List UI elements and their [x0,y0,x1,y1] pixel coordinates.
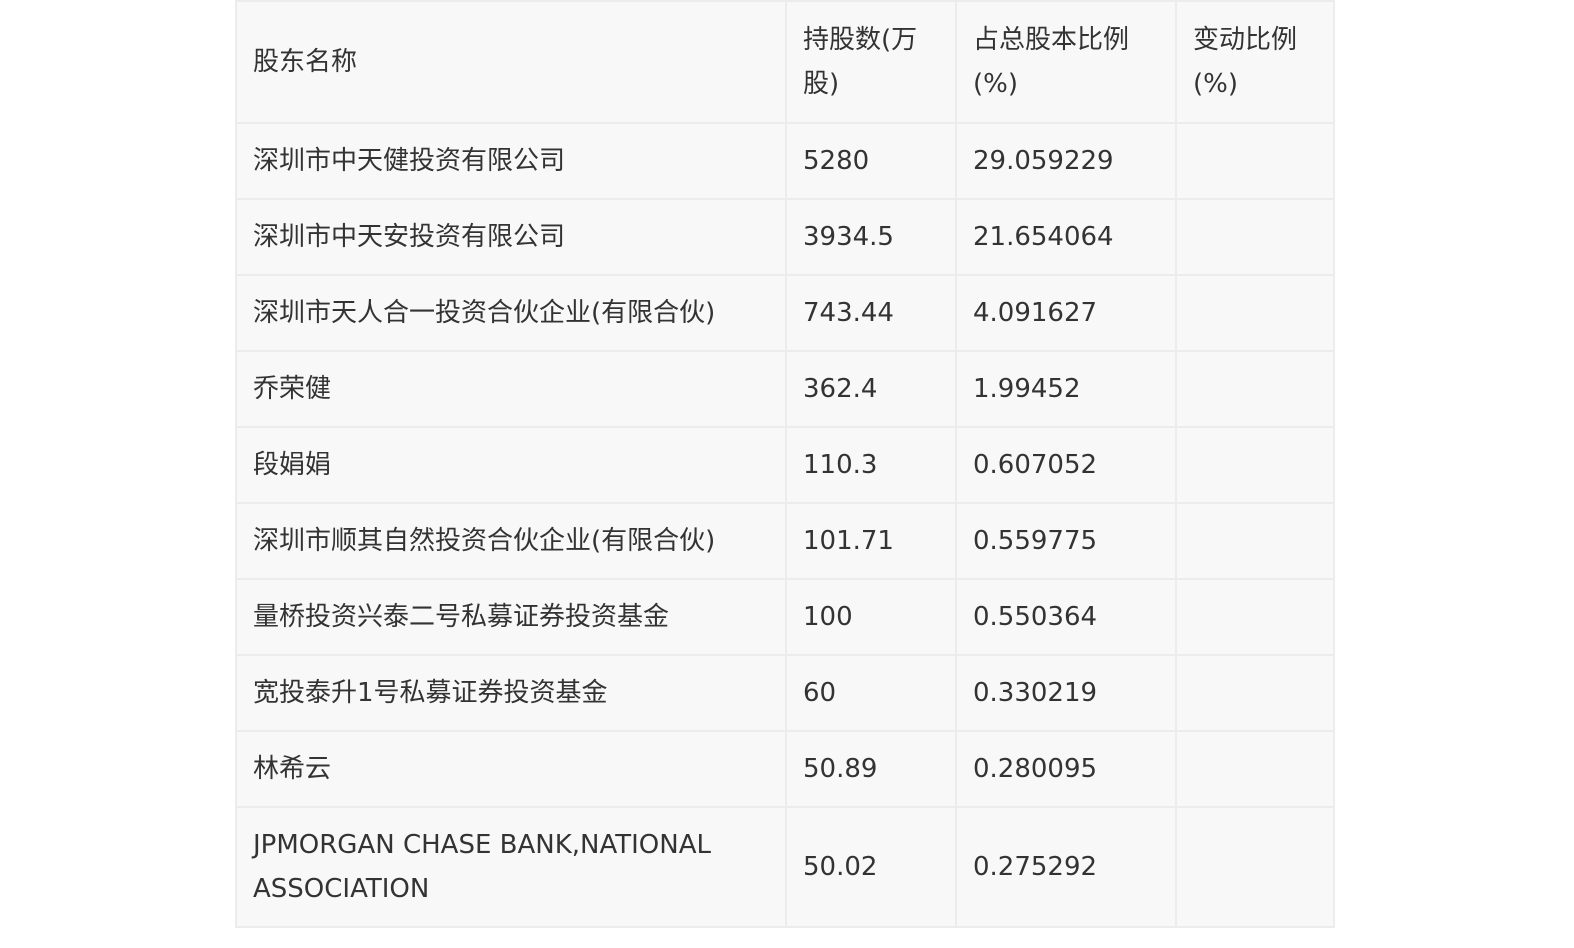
cell-shares-held: 3934.5 [785,198,957,276]
header-share-ratio: 占总股本比例(%) [955,0,1177,124]
table-row: 宽投泰升1号私募证券投资基金 60 0.330219 [235,654,1335,732]
cell-change-ratio [1175,806,1335,928]
cell-share-ratio: 0.275292 [955,806,1177,928]
cell-change-ratio [1175,654,1335,732]
cell-share-ratio: 21.654064 [955,198,1177,276]
table-row: 段娟娟 110.3 0.607052 [235,426,1335,504]
cell-change-ratio [1175,578,1335,656]
cell-shares-held: 50.89 [785,730,957,808]
cell-change-ratio [1175,274,1335,352]
cell-share-ratio: 0.607052 [955,426,1177,504]
cell-shareholder-name: 量桥投资兴泰二号私募证券投资基金 [235,578,787,656]
cell-shareholder-name: JPMORGAN CHASE BANK,NATIONAL ASSOCIATION [235,806,787,928]
cell-share-ratio: 0.559775 [955,502,1177,580]
cell-shareholder-name: 深圳市中天安投资有限公司 [235,198,787,276]
table-row: 深圳市中天安投资有限公司 3934.5 21.654064 [235,198,1335,276]
cell-shareholder-name: 深圳市天人合一投资合伙企业(有限合伙) [235,274,787,352]
cell-shareholder-name: 林希云 [235,730,787,808]
cell-shares-held: 362.4 [785,350,957,428]
cell-shares-held: 100 [785,578,957,656]
cell-shareholder-name: 乔荣健 [235,350,787,428]
table-row: 深圳市顺其自然投资合伙企业(有限合伙) 101.71 0.559775 [235,502,1335,580]
table-row: 深圳市中天健投资有限公司 5280 29.059229 [235,122,1335,200]
header-change-ratio: 变动比例(%) [1175,0,1335,124]
cell-share-ratio: 0.550364 [955,578,1177,656]
header-shareholder-name: 股东名称 [235,0,787,124]
table-row: 深圳市天人合一投资合伙企业(有限合伙) 743.44 4.091627 [235,274,1335,352]
cell-share-ratio: 1.99452 [955,350,1177,428]
cell-shareholder-name: 段娟娟 [235,426,787,504]
cell-share-ratio: 4.091627 [955,274,1177,352]
cell-change-ratio [1175,426,1335,504]
table-row: 乔荣健 362.4 1.99452 [235,350,1335,428]
cell-shareholder-name: 宽投泰升1号私募证券投资基金 [235,654,787,732]
cell-share-ratio: 0.280095 [955,730,1177,808]
cell-change-ratio [1175,350,1335,428]
cell-change-ratio [1175,502,1335,580]
cell-shares-held: 101.71 [785,502,957,580]
cell-shares-held: 110.3 [785,426,957,504]
table-row: 林希云 50.89 0.280095 [235,730,1335,808]
shareholders-table: 股东名称 持股数(万股) 占总股本比例(%) 变动比例(%) 深圳市中天健投资有… [235,0,1335,928]
cell-shares-held: 5280 [785,122,957,200]
cell-shareholder-name: 深圳市中天健投资有限公司 [235,122,787,200]
table-row: JPMORGAN CHASE BANK,NATIONAL ASSOCIATION… [235,806,1335,928]
cell-shares-held: 743.44 [785,274,957,352]
cell-change-ratio [1175,730,1335,808]
table-row: 量桥投资兴泰二号私募证券投资基金 100 0.550364 [235,578,1335,656]
cell-change-ratio [1175,198,1335,276]
cell-share-ratio: 0.330219 [955,654,1177,732]
header-shares-held: 持股数(万股) [785,0,957,124]
cell-shares-held: 50.02 [785,806,957,928]
cell-shareholder-name: 深圳市顺其自然投资合伙企业(有限合伙) [235,502,787,580]
cell-share-ratio: 29.059229 [955,122,1177,200]
cell-change-ratio [1175,122,1335,200]
table-header-row: 股东名称 持股数(万股) 占总股本比例(%) 变动比例(%) [235,0,1335,124]
cell-shares-held: 60 [785,654,957,732]
